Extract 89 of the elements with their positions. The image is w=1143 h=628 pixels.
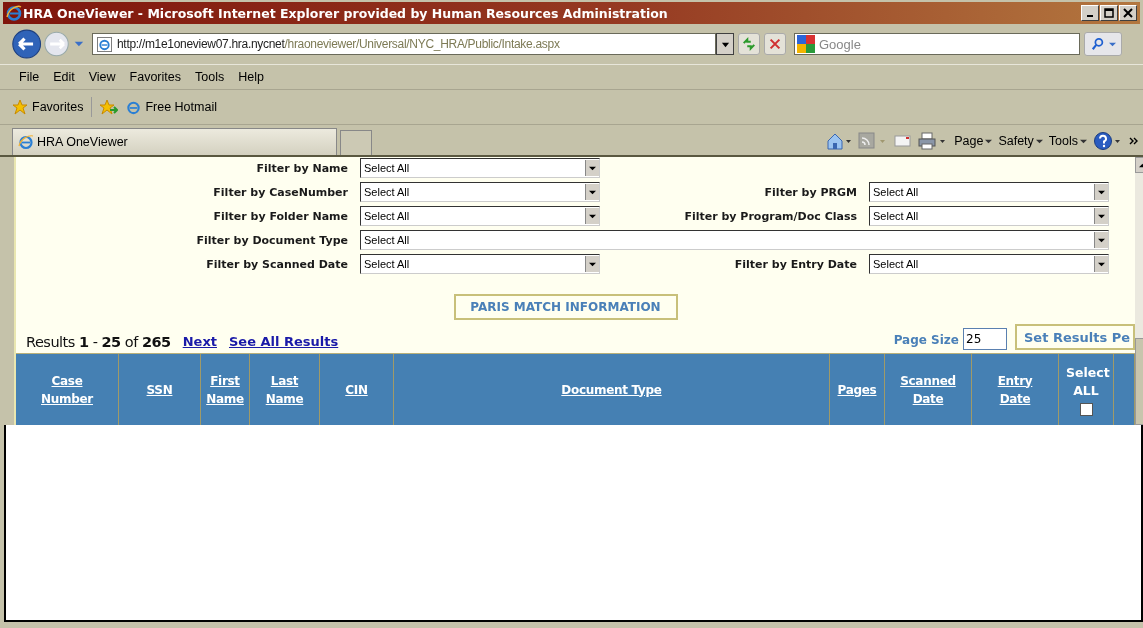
caret-icon: [589, 260, 596, 268]
caret-icon: [1080, 137, 1087, 145]
caret-icon: [1098, 212, 1105, 220]
command-menu[interactable]: Page: [954, 134, 993, 148]
dropdown-arrow-button[interactable]: [585, 256, 599, 272]
more-chevron-icon[interactable]: [1129, 136, 1139, 146]
filter-dropdown[interactable]: Select All: [360, 182, 600, 202]
browser-tab[interactable]: HRA OneViewer: [12, 128, 337, 155]
filter-label: Filter by Folder Name: [212, 209, 348, 223]
dropdown-arrow-button[interactable]: [1094, 208, 1108, 224]
page-size-field[interactable]: 25: [963, 328, 1007, 350]
close-button[interactable]: [1119, 5, 1137, 21]
help-icon[interactable]: [1093, 131, 1123, 151]
home-icon[interactable]: [826, 132, 853, 150]
caret-icon: [589, 164, 596, 172]
filter-dropdown[interactable]: Select All: [360, 206, 600, 226]
filter-dropdown[interactable]: Select All: [360, 230, 1109, 250]
minimize-icon: [1087, 15, 1093, 17]
menu-item[interactable]: Favorites: [122, 70, 188, 84]
caret-icon: [1098, 236, 1105, 244]
menu-item[interactable]: Tools: [188, 70, 232, 84]
search-button[interactable]: [1084, 32, 1122, 56]
results-link[interactable]: See All Results: [229, 334, 339, 349]
minimize-button[interactable]: [1081, 5, 1099, 21]
column-header[interactable]: Last Name: [253, 371, 316, 408]
star-icon: [12, 99, 28, 115]
filter-dropdown[interactable]: Select All: [360, 158, 600, 178]
caret-icon: [1108, 40, 1116, 48]
filter-dropdown[interactable]: Select All: [869, 254, 1109, 274]
close-icon: [1123, 8, 1133, 18]
menu-item[interactable]: Edit: [46, 70, 82, 84]
menu-item[interactable]: File: [12, 70, 47, 84]
results-summary: Results 1 - 25 of 265: [26, 334, 171, 350]
window-title: HRA OneViewer - Microsoft Internet Explorer provided by Human Resources Administration: [23, 5, 668, 21]
caret-icon: [1098, 260, 1105, 268]
caret-icon: [1098, 188, 1105, 196]
select-all-checkbox[interactable]: [1079, 402, 1093, 416]
filter-label: Filter by PRGM: [763, 185, 857, 199]
paris-match-button[interactable]: PARIS MATCH INFORMATION: [453, 294, 678, 320]
dropdown-arrow-button[interactable]: [585, 160, 599, 176]
caret-icon: [985, 137, 993, 145]
address-dropdown-button[interactable]: [716, 33, 734, 55]
set-results-button[interactable]: Set Results Pe: [1015, 324, 1135, 350]
filter-label: Filter by Program/Doc Class: [683, 209, 857, 223]
command-menu[interactable]: Safety: [998, 134, 1043, 148]
results-link[interactable]: Next: [182, 334, 217, 349]
browser-logo-icon: [6, 5, 22, 21]
caret-icon: [1035, 137, 1043, 145]
column-header[interactable]: First Name: [204, 371, 246, 408]
search-field[interactable]: Google: [794, 33, 1080, 55]
maximize-icon: [1104, 8, 1114, 18]
search-icon: [1090, 37, 1105, 51]
caret-icon: [589, 212, 596, 220]
column-header[interactable]: Pages: [837, 380, 877, 399]
filter-label: Filter by Scanned Date: [205, 257, 348, 271]
dropdown-arrow-button[interactable]: [1094, 256, 1108, 272]
filter-label: Filter by Name: [255, 161, 348, 175]
address-field[interactable]: http://m1e1oneview07.hra.nycnet/hraoneviewer/Universal/NYC_HRA/Public/Intake.aspx: [92, 33, 716, 55]
browser-logo-icon: [18, 134, 34, 150]
favorite-link[interactable]: Free Hotmail: [126, 99, 217, 115]
stop-button[interactable]: [764, 33, 786, 55]
browser-logo-icon: [126, 99, 142, 115]
filter-dropdown[interactable]: Select All: [869, 206, 1109, 226]
column-header[interactable]: Entry Date: [982, 371, 1048, 408]
column-header[interactable]: Scanned Date: [895, 371, 961, 408]
filter-label: Filter by Entry Date: [733, 257, 857, 271]
search-provider-icon: [797, 35, 815, 53]
column-header[interactable]: Document Type: [561, 380, 662, 399]
column-header[interactable]: Case Number: [34, 371, 100, 408]
filter-label: Filter by Document Type: [195, 233, 348, 247]
dropdown-arrow-button[interactable]: [1094, 232, 1108, 248]
caret-icon: [589, 188, 596, 196]
filter-label: Filter by CaseNumber: [212, 185, 348, 199]
menu-item[interactable]: Help: [231, 70, 271, 84]
column-header[interactable]: CIN: [345, 380, 368, 399]
favorites-button[interactable]: Favorites: [12, 99, 84, 115]
stop-icon: [768, 37, 782, 51]
menu-item[interactable]: View: [81, 70, 123, 84]
dropdown-arrow-button[interactable]: [585, 184, 599, 200]
page-size-label: Page Size: [893, 333, 959, 347]
filter-dropdown[interactable]: Select All: [360, 254, 600, 274]
page-icon: [97, 36, 112, 52]
column-header[interactable]: SSN: [146, 380, 173, 399]
dropdown-arrow-button[interactable]: [585, 208, 599, 224]
dropdown-arrow-button[interactable]: [1094, 184, 1108, 200]
command-menu[interactable]: Tools: [1048, 134, 1087, 148]
refresh-icon: [742, 37, 756, 51]
filter-dropdown[interactable]: Select All: [869, 182, 1109, 202]
maximize-button[interactable]: [1100, 5, 1118, 21]
